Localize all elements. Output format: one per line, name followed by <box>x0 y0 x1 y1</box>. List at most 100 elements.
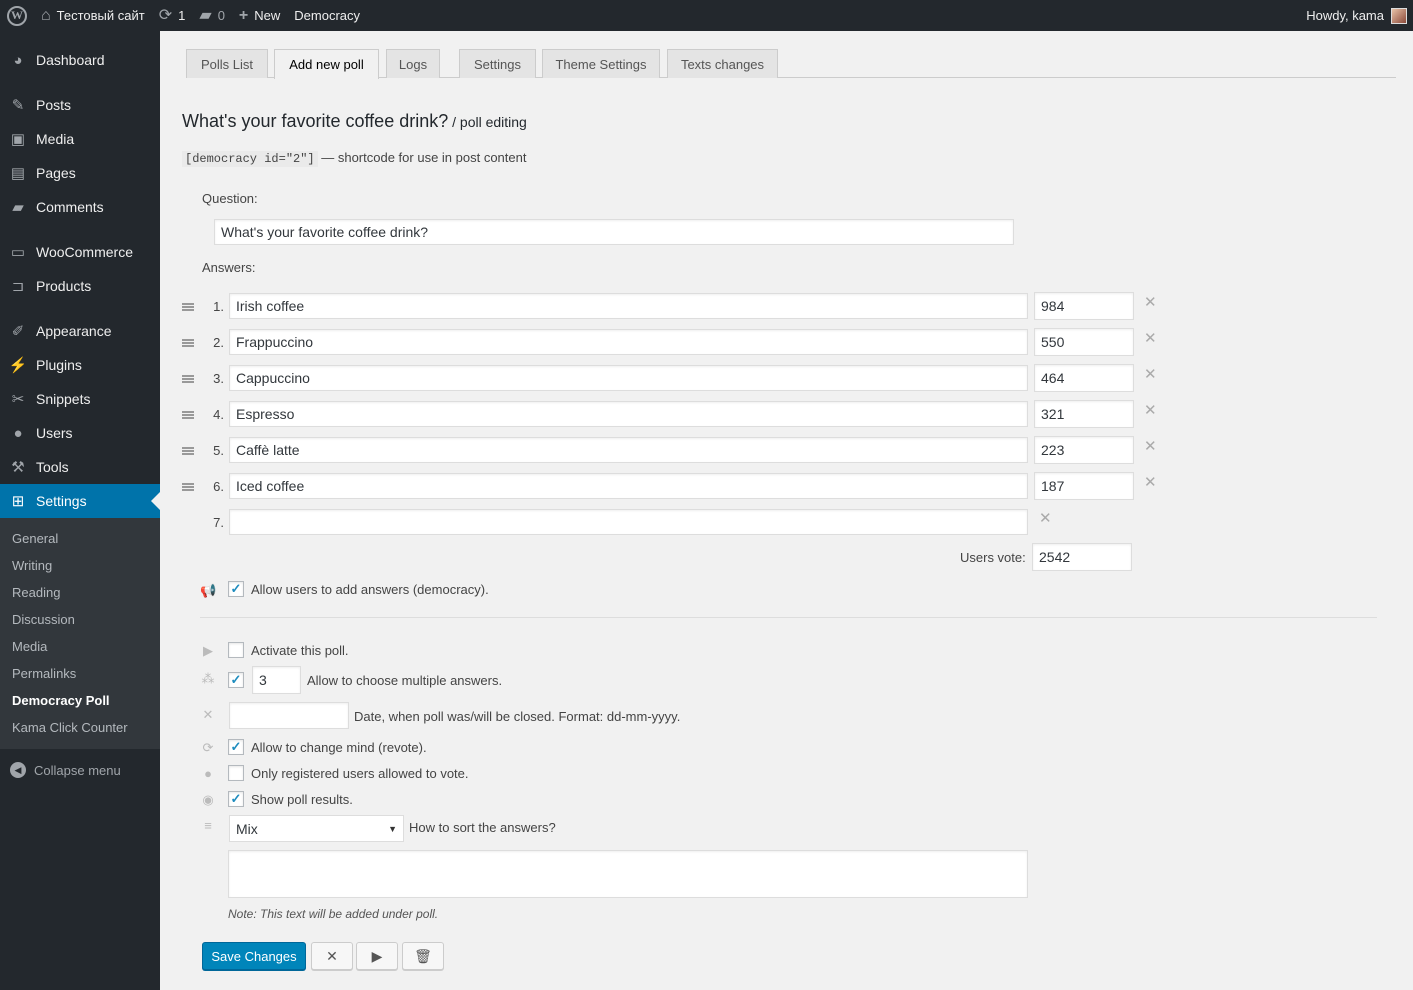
comment-bubble-icon: ▰ <box>199 6 212 24</box>
drag-handle-icon[interactable] <box>182 411 194 419</box>
only-registered-checkbox[interactable] <box>228 765 244 781</box>
democracy-link[interactable]: Democracy <box>287 0 367 31</box>
pages-icon: ▤ <box>10 165 26 182</box>
answer-text-input[interactable]: Cappuccino <box>229 365 1028 391</box>
activate-checkbox[interactable] <box>228 642 244 658</box>
delete-answer-icon[interactable]: ✕ <box>1144 439 1157 454</box>
scissors-icon: ✂ <box>11 391 25 408</box>
submenu-item-democracy-poll[interactable]: Democracy Poll <box>0 687 160 714</box>
answer-votes-input[interactable]: 464 <box>1034 364 1134 392</box>
answer-number: 1. <box>213 299 224 314</box>
only-registered-label: Only registered users allowed to vote. <box>251 766 469 781</box>
sidebar-item-plugins[interactable]: ⚡ Plugins <box>0 348 160 382</box>
question-input[interactable]: What's your favorite coffee drink? <box>214 219 1014 245</box>
sidebar-item-snippets[interactable]: ✂ Snippets <box>0 382 160 416</box>
show-results-checkbox[interactable]: ✓ <box>228 791 244 807</box>
answer-text-input[interactable]: Frappuccino <box>229 329 1028 355</box>
users-vote-input[interactable]: 2542 <box>1032 543 1132 571</box>
wordpress-logo-icon[interactable]: W <box>0 0 34 31</box>
sort-select[interactable]: Mix ▼ <box>229 815 404 842</box>
account-menu[interactable]: Howdy, kama <box>1299 0 1413 31</box>
answer-text-input[interactable]: Espresso <box>229 401 1028 427</box>
submenu-item-writing[interactable]: Writing <box>0 552 160 579</box>
drag-handle-icon[interactable] <box>182 483 194 491</box>
note-textarea[interactable] <box>228 850 1028 898</box>
answer-votes-input[interactable]: 187 <box>1034 472 1134 500</box>
trash-icon: 🗑 <box>414 947 432 964</box>
drag-handle-icon[interactable] <box>182 339 194 347</box>
main-content: Polls List Add new poll Logs Settings Th… <box>160 31 1413 990</box>
cancel-button[interactable]: ✕ <box>311 942 353 970</box>
nav-tabs: Polls List Add new poll Logs Settings Th… <box>186 49 1396 79</box>
updates-link[interactable]: ⟳ 1 <box>152 0 193 31</box>
delete-answer-icon[interactable]: ✕ <box>1144 403 1157 418</box>
answer-votes-input[interactable]: 984 <box>1034 292 1134 320</box>
woocommerce-icon: ▭ <box>10 244 26 261</box>
save-changes-button[interactable]: Save Changes <box>202 942 306 970</box>
answer-number: 7. <box>213 515 224 530</box>
user-icon: ● <box>13 424 23 442</box>
sidebar-item-comments[interactable]: ▰ Comments <box>0 190 160 224</box>
delete-answer-icon[interactable]: ✕ <box>1144 475 1157 490</box>
tab-settings[interactable]: Settings <box>459 49 536 78</box>
multiple-count-input[interactable]: 3 <box>252 666 301 694</box>
admin-bar: W ⌂ Тестовый сайт ⟳ 1 ▰ 0 + New Democracy Ho… <box>0 0 1413 31</box>
shortcode-line: [democracy id="2"] — shortcode for use i… <box>182 150 526 167</box>
answer-text-input[interactable]: Irish coffee <box>229 293 1028 319</box>
sidebar-item-users[interactable]: ● Users <box>0 416 160 450</box>
sidebar-item-woocommerce[interactable]: ▭ WooCommerce <box>0 235 160 269</box>
submenu-item-reading[interactable]: Reading <box>0 579 160 606</box>
wrench-icon: ⚒ <box>11 459 25 476</box>
answer-votes-input[interactable]: 223 <box>1034 436 1134 464</box>
tab-logs[interactable]: Logs <box>386 49 440 78</box>
delete-answer-icon[interactable]: ✕ <box>1144 367 1157 382</box>
sidebar-item-settings[interactable]: ⊞ Settings <box>0 484 160 518</box>
delete-answer-icon[interactable]: ✕ <box>1039 511 1052 526</box>
revote-checkbox[interactable]: ✓ <box>228 739 244 755</box>
end-date-input[interactable] <box>229 702 349 729</box>
answer-votes-input[interactable]: 550 <box>1034 328 1134 356</box>
submenu-item-discussion[interactable]: Discussion <box>0 606 160 633</box>
democracy-label: Allow users to add answers (democracy). <box>251 582 489 597</box>
sidebar-item-posts[interactable]: ✎ Posts <box>0 88 160 122</box>
updates-icon: ⟳ <box>158 6 173 24</box>
delete-answer-icon[interactable]: ✕ <box>1144 331 1157 346</box>
submenu-item-general[interactable]: General <box>0 525 160 552</box>
answer-number: 2. <box>213 335 224 350</box>
user-icon: ● <box>204 766 212 781</box>
multiple-checkbox[interactable]: ✓ <box>228 672 244 688</box>
sidebar-item-tools[interactable]: ⚒ Tools <box>0 450 160 484</box>
activate-button[interactable]: ▶ <box>356 942 398 970</box>
submenu-item-kama-click-counter[interactable]: Kama Click Counter <box>0 714 160 741</box>
sidebar-item-pages[interactable]: ▤ Pages <box>0 156 160 190</box>
comments-link[interactable]: ▰ 0 <box>192 0 232 31</box>
submenu-item-media[interactable]: Media <box>0 633 160 660</box>
democracy-checkbox[interactable]: ✓ <box>228 581 244 597</box>
users-vote-label: Users vote: <box>960 550 1026 565</box>
sidebar-item-media[interactable]: ▣ Media <box>0 122 160 156</box>
play-icon: ▶ <box>371 947 383 964</box>
delete-poll-button[interactable]: 🗑 <box>402 942 444 970</box>
sidebar-item-products[interactable]: ⊐ Products <box>0 269 160 303</box>
collapse-arrow-icon: ◀ <box>10 762 26 778</box>
sidebar-item-appearance[interactable]: ✐ Appearance <box>0 314 160 348</box>
drag-handle-icon[interactable] <box>182 375 194 383</box>
answer-text-input[interactable]: Iced coffee <box>229 473 1028 499</box>
answer-text-input[interactable]: Caffè latte <box>229 437 1028 463</box>
tab-theme-settings[interactable]: Theme Settings <box>542 49 660 78</box>
answer-votes-input[interactable]: 321 <box>1034 400 1134 428</box>
tab-texts-changes[interactable]: Texts changes <box>667 49 778 78</box>
tab-add-new-poll[interactable]: Add new poll <box>274 49 379 79</box>
new-answer-input[interactable] <box>229 509 1028 535</box>
submenu-item-permalinks[interactable]: Permalinks <box>0 660 160 687</box>
play-icon: ▶ <box>203 643 213 658</box>
tab-polls-list[interactable]: Polls List <box>186 49 268 78</box>
drag-handle-icon[interactable] <box>182 303 194 311</box>
drag-handle-icon[interactable] <box>182 447 194 455</box>
delete-answer-icon[interactable]: ✕ <box>1144 295 1157 310</box>
sidebar-item-dashboard[interactable]: ◕ Dashboard <box>0 43 160 77</box>
new-content-link[interactable]: + New <box>232 0 287 31</box>
plus-icon: + <box>238 6 249 24</box>
collapse-menu-button[interactable]: ◀ Collapse menu <box>0 752 160 788</box>
site-name-link[interactable]: ⌂ Тестовый сайт <box>34 0 152 31</box>
